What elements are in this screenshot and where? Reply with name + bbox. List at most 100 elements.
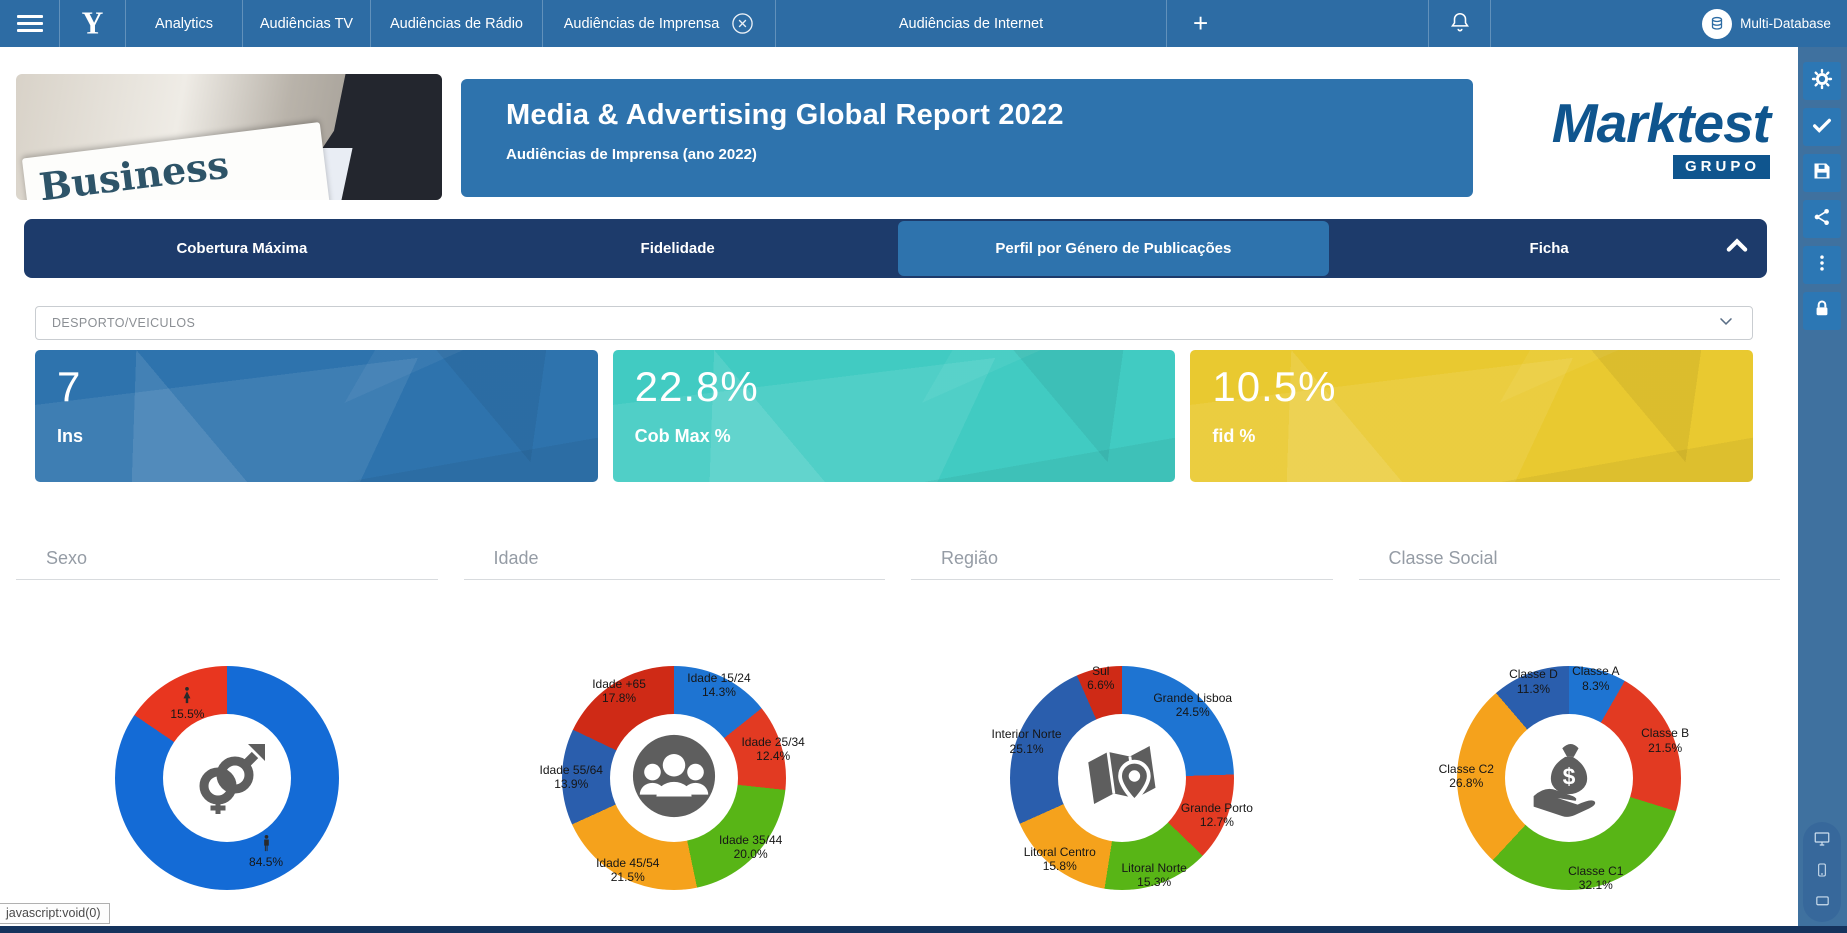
menu-button[interactable] xyxy=(0,0,59,47)
mobile-icon[interactable] xyxy=(1814,862,1830,883)
nav-tab-audiencias-tv[interactable]: Audiências TV xyxy=(242,0,370,47)
slice-label: Classe C132.1% xyxy=(1568,863,1623,891)
settings-button[interactable] xyxy=(1803,62,1841,100)
chevron-down-icon xyxy=(1716,311,1736,336)
y-logo-icon: Y xyxy=(82,6,104,42)
kebab-icon xyxy=(1812,253,1832,278)
tablet-icon[interactable] xyxy=(1814,892,1831,914)
dropdown-value: DESPORTO/VEICULOS xyxy=(52,316,1716,330)
desktop-icon[interactable] xyxy=(1813,830,1831,853)
chart-idade: Idade Idade 15/2414.3% xyxy=(464,540,886,933)
close-icon[interactable] xyxy=(731,12,754,35)
publication-genre-dropdown[interactable]: DESPORTO/VEICULOS xyxy=(35,306,1753,340)
map-pin-icon xyxy=(1079,733,1165,824)
chevron-up-icon xyxy=(1723,232,1751,265)
share-button[interactable] xyxy=(1803,200,1841,238)
brand-name: Marktest xyxy=(1552,96,1770,151)
account-label: Multi-Database xyxy=(1740,16,1831,31)
slice-label: Idade 25/3412.4% xyxy=(741,735,804,763)
nav-tab-label: Audiências de Internet xyxy=(899,16,1043,32)
kpi-row: 7 Ins 22.8% Cob Max % 10.5% fid % xyxy=(35,350,1753,482)
navbar-spacer xyxy=(1490,0,1686,47)
donut-chart: 84.5%15.5% xyxy=(67,618,387,933)
status-link-hint: javascript:void(0) xyxy=(0,903,110,924)
donut-center xyxy=(1058,714,1186,842)
slice-label: Litoral Norte15.3% xyxy=(1121,861,1186,889)
tab-cobertura-maxima[interactable]: Cobertura Máxima xyxy=(26,221,458,276)
slice-label: Idade 55/6413.9% xyxy=(540,763,603,791)
brand-tag: GRUPO xyxy=(1673,155,1770,179)
newspaper-text: Business xyxy=(37,130,326,200)
lock-button[interactable] xyxy=(1803,292,1841,330)
nav-tab-label: Audiências TV xyxy=(260,16,353,32)
chart-underline xyxy=(464,579,886,580)
chart-classe-social: Classe Social $ Classe A8.3%Classe B21.5… xyxy=(1359,540,1781,933)
male-icon xyxy=(262,835,271,855)
donut-center: $ xyxy=(1505,714,1633,842)
right-toolbar xyxy=(1798,47,1847,933)
female-icon xyxy=(182,687,192,707)
nav-tab-label: Analytics xyxy=(155,16,213,32)
kpi-value: 22.8% xyxy=(635,364,1176,410)
slice-label: Idade 15/2414.3% xyxy=(687,671,750,699)
nav-tab-label: Audiências de Rádio xyxy=(390,16,523,32)
slice-label: Classe A8.3% xyxy=(1572,664,1619,692)
hamburger-icon xyxy=(17,15,43,32)
nav-tab-label: Audiências de Imprensa xyxy=(564,16,720,32)
save-icon xyxy=(1812,161,1832,186)
nav-tab-audiencias-internet[interactable]: Audiências de Internet xyxy=(775,0,1166,47)
new-tab-button[interactable]: + xyxy=(1166,0,1428,47)
chart-regiao: Região Grande Lisboa24.5 xyxy=(911,540,1333,933)
tab-fidelidade[interactable]: Fidelidade xyxy=(462,221,894,276)
report-subtitle: Audiências de Imprensa (ano 2022) xyxy=(506,146,1473,163)
donut-center xyxy=(610,714,738,842)
tab-perfil-genero-publicacoes[interactable]: Perfil por Género de Publicações xyxy=(898,221,1330,276)
slice-label: Classe C226.8% xyxy=(1439,762,1494,790)
nav-tab-audiencias-radio[interactable]: Audiências de Rádio xyxy=(370,0,542,47)
nav-tab-analytics[interactable]: Analytics xyxy=(125,0,242,47)
kpi-card-fid: 10.5% fid % xyxy=(1190,350,1753,482)
kpi-label: Cob Max % xyxy=(635,426,1176,447)
tab-label: Fidelidade xyxy=(641,240,715,257)
app-root: Y Analytics Audiências TV Audiências de … xyxy=(0,0,1847,933)
save-button[interactable] xyxy=(1803,154,1841,192)
chart-title: Classe Social xyxy=(1359,540,1781,569)
bottom-scrollbar[interactable] xyxy=(0,926,1847,933)
slice-label: Idade 45/5421.5% xyxy=(596,856,659,884)
chart-title: Sexo xyxy=(16,540,438,569)
more-options-button[interactable] xyxy=(1803,246,1841,284)
people-icon xyxy=(630,732,718,825)
kpi-label: fid % xyxy=(1212,426,1753,447)
slice-label: Grande Lisboa24.5% xyxy=(1153,691,1232,719)
multi-database-button[interactable]: Multi-Database xyxy=(1686,0,1847,47)
nav-tab-audiencias-imprensa[interactable]: Audiências de Imprensa xyxy=(542,0,775,47)
apply-button[interactable] xyxy=(1803,108,1841,146)
kpi-card-cob-max: 22.8% Cob Max % xyxy=(613,350,1176,482)
newspaper-shape: Business xyxy=(22,122,330,200)
section-tab-bar: Cobertura Máxima Fidelidade Perfil por G… xyxy=(24,219,1767,278)
tab-label: Cobertura Máxima xyxy=(176,240,307,257)
notifications-button[interactable] xyxy=(1428,0,1490,47)
chart-underline xyxy=(16,579,438,580)
chart-title: Idade xyxy=(464,540,886,569)
slice-label: 15.5% xyxy=(170,687,204,721)
money-icon: $ xyxy=(1526,733,1612,824)
svg-text:$: $ xyxy=(1563,763,1576,789)
slice-label: Sul6.6% xyxy=(1087,664,1114,692)
slice-label: Interior Norte25.1% xyxy=(992,727,1062,755)
slice-label: Classe D11.3% xyxy=(1509,667,1558,695)
collapse-section-button[interactable] xyxy=(1723,219,1751,278)
slice-label: Litoral Centro15.8% xyxy=(1024,845,1096,873)
chart-underline xyxy=(1359,579,1781,580)
bell-icon xyxy=(1449,11,1471,37)
kpi-value: 10.5% xyxy=(1212,364,1753,410)
app-logo[interactable]: Y xyxy=(59,0,125,47)
tab-ficha[interactable]: Ficha xyxy=(1333,221,1765,276)
donut-chart: $ Classe A8.3%Classe B21.5%Classe C132.1… xyxy=(1409,618,1729,933)
report-title: Media & Advertising Global Report 2022 xyxy=(506,99,1473,132)
slice-label: Idade +6517.8% xyxy=(592,677,646,705)
donut-chart: Grande Lisboa24.5% Grande Porto12.7% Litor… xyxy=(962,618,1282,933)
plus-icon: + xyxy=(1193,8,1208,39)
slice-label: Grande Porto12.7% xyxy=(1181,800,1253,828)
brand-logo: Marktest GRUPO xyxy=(1495,96,1770,179)
